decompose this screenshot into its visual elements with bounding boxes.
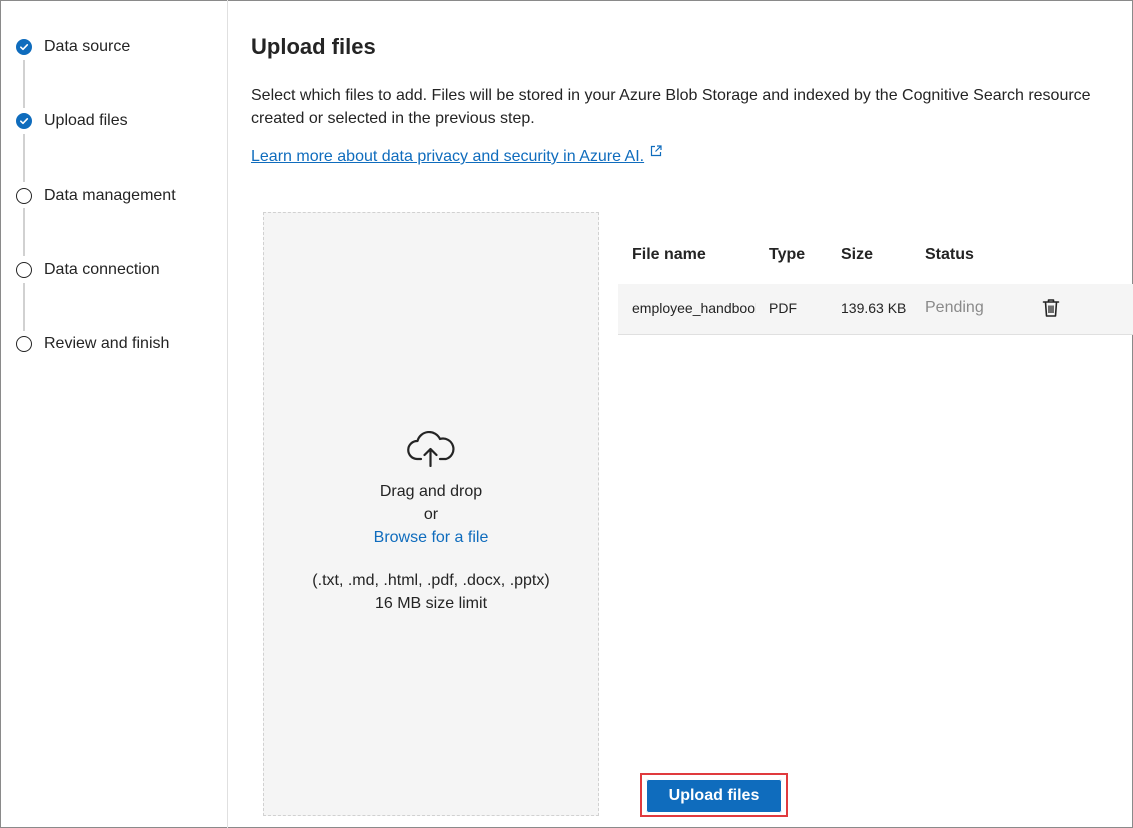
cell-file-name: employee_handbool [632, 300, 756, 316]
step-connector [23, 283, 25, 331]
delete-icon[interactable] [1042, 298, 1060, 323]
step-connector [23, 60, 25, 108]
empty-circle-icon [16, 262, 32, 278]
learn-more-link[interactable]: Learn more about data privacy and securi… [251, 145, 662, 166]
checkmark-icon [16, 39, 32, 55]
column-header-type: Type [769, 246, 806, 263]
file-types-text: (.txt, .md, .html, .pdf, .docx, .pptx) [312, 572, 550, 589]
table-header: File name Type Size Status [618, 236, 1133, 280]
step-data-connection[interactable]: Data connection [16, 258, 160, 282]
upload-files-button[interactable]: Upload files [646, 779, 782, 813]
cell-status: Pending [925, 299, 984, 316]
file-dropzone[interactable]: Drag and drop or Browse for a file (.txt… [263, 212, 599, 816]
step-data-source[interactable]: Data source [16, 35, 130, 59]
step-upload-files[interactable]: Upload files [16, 109, 128, 133]
step-data-management[interactable]: Data management [16, 184, 176, 208]
wizard-sidebar: Data source Upload files Data management… [0, 0, 228, 828]
empty-circle-icon [16, 336, 32, 352]
empty-circle-icon [16, 188, 32, 204]
step-label: Data connection [44, 261, 160, 278]
browse-file-link[interactable]: Browse for a file [264, 526, 598, 549]
column-header-status: Status [925, 246, 974, 263]
page-description: Select which files to add. Files will be… [251, 87, 1091, 127]
step-connector [23, 134, 25, 182]
step-label: Data management [44, 187, 176, 204]
table-row: employee_handbool PDF 139.63 KB Pending [618, 284, 1133, 335]
page-title: Upload files [251, 34, 376, 59]
drag-drop-text: Drag and drop [379, 483, 483, 500]
cell-type: PDF [769, 300, 797, 316]
external-link-icon [650, 144, 662, 162]
file-table: File name Type Size Status employee_hand… [618, 236, 1133, 335]
step-connector [23, 208, 25, 256]
cloud-upload-icon [406, 430, 456, 472]
step-review-and-finish[interactable]: Review and finish [16, 332, 169, 356]
or-text: or [423, 506, 439, 523]
column-header-size: Size [841, 246, 874, 263]
size-limit-text: 16 MB size limit [374, 595, 488, 612]
checkmark-icon [16, 113, 32, 129]
learn-more-label: Learn more about data privacy and securi… [251, 148, 645, 165]
column-header-file-name: File name [632, 246, 706, 263]
cell-size: 139.63 KB [841, 300, 907, 316]
step-label: Review and finish [44, 335, 170, 352]
step-label: Upload files [44, 112, 128, 129]
step-label: Data source [44, 38, 131, 55]
